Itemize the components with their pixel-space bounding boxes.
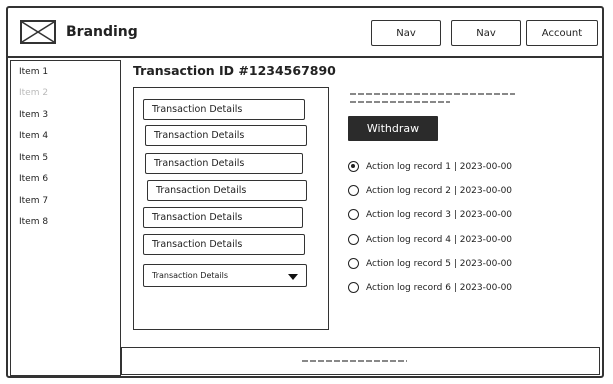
action-log-label: Action log record 3 | 2023-00-00	[366, 209, 513, 220]
transaction-select-value: Transaction Details	[152, 271, 229, 280]
placeholder-text-line	[350, 93, 515, 95]
action-log-label: Action log record 4 | 2023-00-00	[366, 234, 513, 245]
transaction-field-2[interactable]: Transaction Details	[145, 125, 307, 146]
sidebar-item-2[interactable]: Item 2	[19, 88, 48, 98]
radio-icon	[348, 209, 359, 220]
header: Branding Nav Nav Account	[8, 8, 602, 58]
footer	[121, 347, 600, 375]
action-log-label: Action log record 2 | 2023-00-00	[366, 185, 513, 196]
sidebar-item-8[interactable]: Item 8	[19, 217, 48, 227]
transaction-field-5[interactable]: Transaction Details	[143, 207, 303, 228]
radio-checked-icon	[348, 161, 359, 172]
brand-name: Branding	[66, 24, 138, 40]
nav-button-1[interactable]: Nav	[371, 20, 441, 46]
sidebar-item-3[interactable]: Item 3	[19, 110, 48, 120]
action-log-option-3[interactable]: Action log record 3 | 2023-00-00	[348, 209, 512, 220]
transaction-field-3[interactable]: Transaction Details	[145, 153, 303, 174]
logo-icon	[20, 20, 56, 44]
action-log-label: Action log record 6 | 2023-00-00	[366, 282, 513, 293]
sidebar: Item 1 Item 2 Item 3 Item 4 Item 5 Item …	[10, 60, 121, 376]
radio-icon	[348, 185, 359, 196]
sidebar-item-1[interactable]: Item 1	[19, 67, 48, 77]
sidebar-item-4[interactable]: Item 4	[19, 131, 48, 141]
placeholder-text-line	[350, 101, 450, 103]
action-log-option-1[interactable]: Action log record 1 | 2023-00-00	[348, 161, 512, 172]
action-log-label: Action log record 1 | 2023-00-00	[366, 161, 513, 172]
footer-placeholder-text	[302, 360, 407, 362]
withdraw-button[interactable]: Withdraw	[348, 116, 438, 141]
chevron-down-icon	[288, 274, 298, 280]
radio-icon	[348, 258, 359, 269]
sidebar-item-7[interactable]: Item 7	[19, 196, 48, 206]
page-title: Transaction ID #1234567890	[133, 63, 336, 78]
action-log-option-6[interactable]: Action log record 6 | 2023-00-00	[348, 282, 512, 293]
transaction-select[interactable]: Transaction Details	[143, 264, 307, 287]
action-log-option-4[interactable]: Action log record 4 | 2023-00-00	[348, 234, 512, 245]
action-log-label: Action log record 5 | 2023-00-00	[366, 258, 513, 269]
sidebar-item-5[interactable]: Item 5	[19, 153, 48, 163]
radio-icon	[348, 282, 359, 293]
transaction-field-6[interactable]: Transaction Details	[143, 234, 305, 255]
action-log-option-2[interactable]: Action log record 2 | 2023-00-00	[348, 185, 512, 196]
transaction-field-4[interactable]: Transaction Details	[147, 180, 307, 201]
account-button[interactable]: Account	[526, 20, 598, 46]
sidebar-item-6[interactable]: Item 6	[19, 174, 48, 184]
action-log-option-5[interactable]: Action log record 5 | 2023-00-00	[348, 258, 512, 269]
transaction-field-1[interactable]: Transaction Details	[143, 99, 305, 120]
nav-button-2[interactable]: Nav	[451, 20, 521, 46]
radio-icon	[348, 234, 359, 245]
